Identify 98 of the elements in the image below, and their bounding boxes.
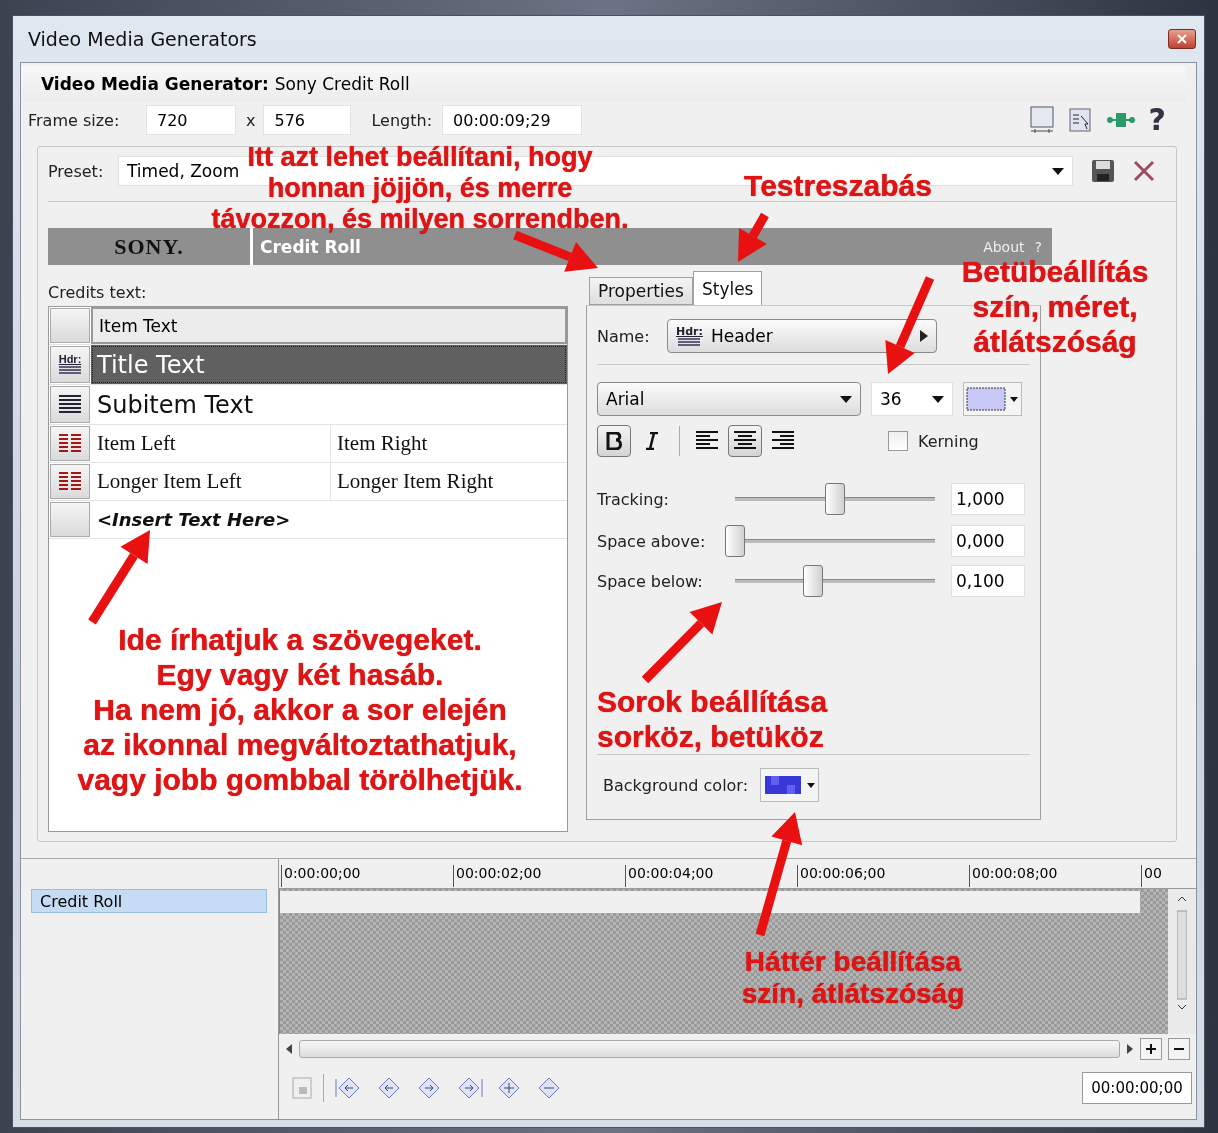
annotation-text: Ide írhatjuk a szövegeket. [118, 622, 482, 657]
slider-label: Tracking: [597, 489, 670, 509]
annotation-text: Egy vagy két hasáb. [156, 657, 444, 692]
annotation-text: Ha nem jó, akkor a sor elején [93, 692, 507, 727]
generator-name: Sony Credit Roll [274, 74, 410, 94]
align-left-icon [695, 430, 719, 452]
background-color-picker[interactable] [760, 768, 820, 802]
annotation-text: szín, méret, [972, 289, 1138, 324]
list-cursor-icon[interactable] [1068, 108, 1093, 132]
item-cell[interactable]: Title Text [91, 345, 567, 384]
bold-icon [606, 432, 622, 450]
frame-size-label: Frame size: [28, 110, 121, 130]
logo: SONY. [48, 228, 253, 265]
right-item-cell[interactable]: Item Right [331, 425, 567, 462]
slider-thumb[interactable] [803, 565, 823, 597]
kerning-checkbox[interactable] [888, 431, 908, 451]
ruler-tick-label: 00:00:02;00 [453, 865, 625, 887]
slider-label: Space below: [597, 571, 704, 591]
dropdown-arrow-icon [920, 330, 928, 342]
plus-icon [1146, 1044, 1156, 1054]
row-type-button[interactable]: Hdr: [50, 346, 90, 383]
dropdown-caret-icon [1010, 396, 1018, 402]
frame-layout-icon[interactable] [1028, 105, 1055, 135]
credits-label: Credits text: [48, 283, 148, 302]
ruler-tick-label: 0:00:00;00 [281, 865, 453, 887]
color-swatch-icon [964, 384, 1008, 414]
vertical-scrollbar[interactable] [1168, 889, 1196, 1034]
slider-value-field[interactable]: 1,000 [951, 483, 1025, 515]
close-icon [1177, 34, 1187, 44]
times-label: x [246, 110, 256, 130]
scroll-left-icon[interactable] [285, 1044, 293, 1054]
preset-label: Preset: [48, 161, 105, 181]
bold-button[interactable] [597, 425, 631, 457]
align-center-icon [733, 430, 757, 452]
name-label: Name: [597, 326, 651, 346]
window-title: Video Media Generators [28, 28, 257, 50]
generator-label: Video Media Generator: [41, 74, 269, 94]
slider-value-field[interactable]: 0,100 [951, 565, 1025, 597]
column-header: Item Text [91, 307, 567, 344]
dropdown-caret-icon [840, 395, 852, 403]
tab[interactable]: Properties [589, 277, 693, 305]
frame-height-field[interactable]: 576 [263, 105, 352, 135]
right-item-cell[interactable]: Longer Item Right [331, 463, 567, 500]
style-name-value: Header [710, 326, 773, 346]
save-icon[interactable] [1091, 159, 1115, 183]
ruler-tick-label: 00 [1141, 865, 1181, 887]
dropdown-caret-icon [1052, 167, 1064, 175]
frame-width-field[interactable]: 720 [146, 105, 236, 135]
help-button[interactable]: ? [1148, 105, 1166, 135]
annotation-text: szín, átlátszóság [741, 978, 965, 1010]
dropdown-caret-icon [932, 395, 944, 403]
two-column-icon [58, 432, 82, 455]
font-size-dropdown[interactable]: 36 [871, 382, 953, 416]
italic-icon [645, 432, 659, 450]
slider-thumb[interactable] [825, 483, 845, 515]
align-button[interactable] [728, 425, 762, 457]
align-right-icon [771, 430, 795, 452]
slider-thumb[interactable] [725, 525, 745, 557]
banner-title: Credit Roll [259, 235, 362, 259]
row-type-button[interactable] [50, 426, 90, 461]
dropdown-caret-icon [807, 782, 816, 788]
close-button[interactable] [1168, 29, 1196, 49]
two-column-icon [58, 470, 82, 493]
font-color-picker[interactable] [963, 382, 1022, 416]
kerning-label: Kerning [918, 431, 979, 451]
ruler-tick-label: 00:00:08;00 [969, 865, 1141, 887]
slider-label: Space above: [597, 531, 707, 551]
tab[interactable]: Styles [692, 271, 763, 305]
annotation-text: sorköz, betüköz [597, 719, 824, 754]
length-label: Length: [371, 110, 433, 130]
row-type-button[interactable] [50, 464, 90, 499]
track-item[interactable]: Credit Roll [31, 889, 267, 913]
timecode-field[interactable]: 00:00:00;00 [1082, 1072, 1192, 1104]
row-type-button[interactable] [50, 386, 90, 423]
background-color-label: Background color: [603, 775, 749, 795]
lines-icon [58, 393, 82, 416]
annotation-text: Sorok beállítása [597, 684, 828, 719]
zoom-out-button[interactable] [1168, 1038, 1190, 1060]
annotation-text: Háttér beállítása [744, 946, 962, 978]
annotation-text: átlátszóság [973, 324, 1137, 359]
ruler-tick-label: 00:00:06;00 [797, 865, 969, 887]
annotation-text: az ikonnal megváltoztathatjuk, [83, 727, 517, 762]
ruler-tick-label: 00:00:04;00 [625, 865, 797, 887]
scroll-right-icon[interactable] [1126, 1044, 1134, 1054]
horizontal-scrollbar[interactable] [299, 1040, 1120, 1058]
style-name-dropdown[interactable]: Hdr: Header [667, 319, 937, 353]
delete-icon[interactable] [1133, 160, 1155, 182]
item-cell[interactable]: Subitem Text [91, 385, 567, 424]
slider-value-field[interactable]: 0,000 [951, 525, 1025, 557]
left-item-cell[interactable]: Item Left [91, 425, 331, 462]
zoom-in-button[interactable] [1140, 1038, 1162, 1060]
length-field[interactable]: 00:00:09;29 [442, 105, 583, 135]
connector-icon[interactable] [1106, 112, 1135, 128]
left-item-cell[interactable]: Longer Item Left [91, 463, 331, 500]
annotation-text: vagy jobb gombbal törölhetjük. [77, 762, 523, 797]
insert-text-cell[interactable]: <Insert Text Here> [91, 501, 567, 538]
corner-header[interactable] [50, 308, 90, 343]
font-dropdown[interactable]: Arial [597, 382, 861, 416]
